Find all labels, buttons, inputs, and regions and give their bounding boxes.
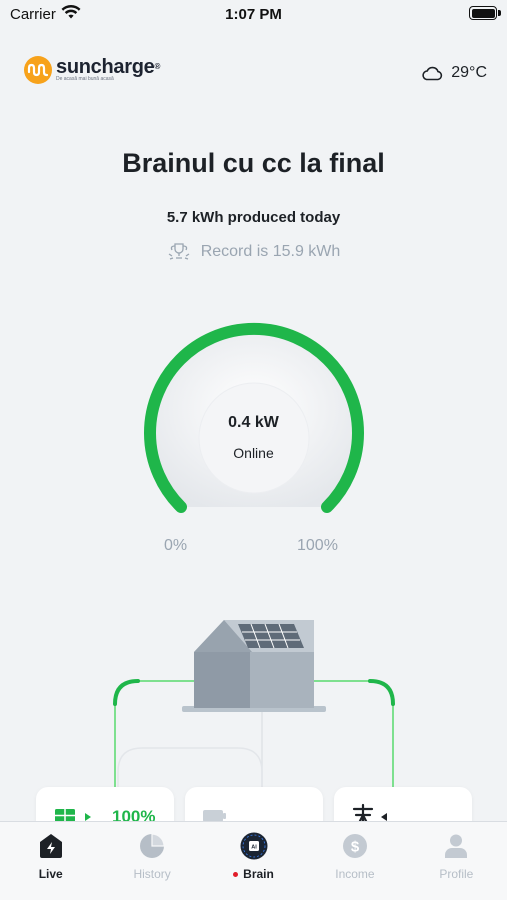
live-bolt-icon bbox=[37, 832, 65, 860]
tab-profile-label: Profile bbox=[439, 867, 474, 881]
tab-income-label: Income bbox=[335, 867, 375, 881]
trophy-icon bbox=[168, 243, 190, 260]
logo-registered-mark: ® bbox=[154, 62, 161, 71]
cloud-icon bbox=[422, 66, 443, 80]
flow-line-solar-highlight bbox=[113, 679, 140, 706]
ai-chip-icon: AI bbox=[240, 832, 268, 860]
bottom-tab-bar: Live History AI Brain $ Income Profile bbox=[0, 821, 507, 900]
suncharge-logo: suncharge® De acasă mai bună acasă bbox=[24, 56, 160, 84]
tab-history-label: History bbox=[133, 867, 171, 881]
logo-name: suncharge bbox=[56, 56, 155, 78]
tab-brain[interactable]: AI Brain bbox=[203, 822, 304, 900]
logo-mark-icon bbox=[24, 56, 52, 84]
tab-brain-label: Brain bbox=[243, 867, 274, 881]
weather-widget: 29°C bbox=[421, 64, 487, 82]
gauge-max-label: 100% bbox=[297, 537, 338, 554]
gauge-power-value: 0.4 kW bbox=[228, 414, 279, 431]
flow-line-grid bbox=[310, 680, 394, 800]
temperature-label: 29°C bbox=[451, 64, 487, 81]
dollar-icon: $ bbox=[341, 832, 369, 860]
status-bar: Carrier 1:07 PM bbox=[0, 0, 507, 28]
flow-line-grid-highlight bbox=[368, 679, 395, 706]
record-label: Record is 15.9 kWh bbox=[200, 243, 341, 260]
tab-income[interactable]: $ Income bbox=[304, 822, 405, 900]
tab-live-label: Live bbox=[38, 867, 63, 881]
status-time: 1:07 PM bbox=[225, 6, 282, 23]
gauge-center-disc bbox=[198, 382, 310, 494]
tab-profile[interactable]: Profile bbox=[406, 822, 507, 900]
brain-status-dot bbox=[233, 872, 239, 878]
site-title: Brainul cu cc la final bbox=[122, 148, 385, 178]
flow-line-inner bbox=[117, 747, 263, 790]
tab-live[interactable]: Live bbox=[0, 822, 101, 900]
pie-chart-icon bbox=[138, 832, 166, 860]
roof-solar-panel bbox=[238, 623, 304, 649]
produced-today-label: 5.7 kWh produced today bbox=[166, 209, 341, 226]
record-row: Record is 15.9 kWh bbox=[0, 242, 507, 262]
battery-status-icon bbox=[469, 6, 501, 20]
gauge-status: Online bbox=[233, 445, 274, 461]
house-icon bbox=[182, 620, 326, 712]
app-screen: Carrier 1:07 PM suncharge® De acasă mai … bbox=[0, 0, 507, 900]
svg-text:AI: AI bbox=[251, 845, 257, 851]
user-icon bbox=[442, 832, 470, 860]
svg-text:$: $ bbox=[351, 839, 360, 856]
gauge-min-label: 0% bbox=[164, 537, 188, 554]
tab-history[interactable]: History bbox=[101, 822, 202, 900]
